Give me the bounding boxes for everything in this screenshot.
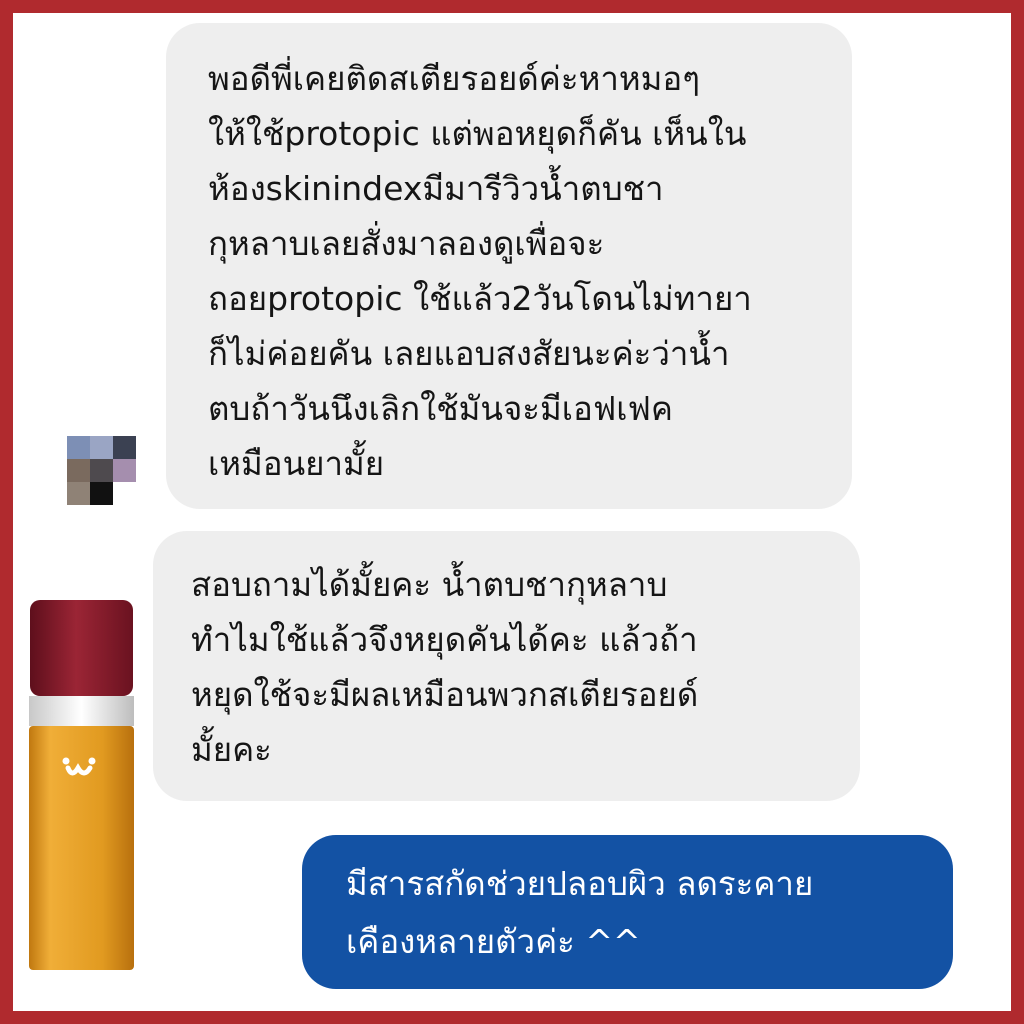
incoming-message-bubble: พอดีพี่เคยติดสเตียรอยด์ค่ะหาหมอๆ ให้ใช้p… [166,23,852,509]
outgoing-message-bubble: มีสารสกัดช่วยปลอบผิว ลดระคาย เคืองหลายตั… [302,835,953,989]
chat-screenshot-frame: พอดีพี่เคยติดสเตียรอยด์ค่ะหาหมอๆ ให้ใช้p… [0,0,1024,1024]
toner-bottle-icon [28,600,135,972]
pixelated-avatar-icon[interactable] [67,436,136,505]
incoming-message-bubble: สอบถามได้มั้ยคะ น้ำตบชากุหลาบ ทำไมใช้แล้… [153,531,860,801]
